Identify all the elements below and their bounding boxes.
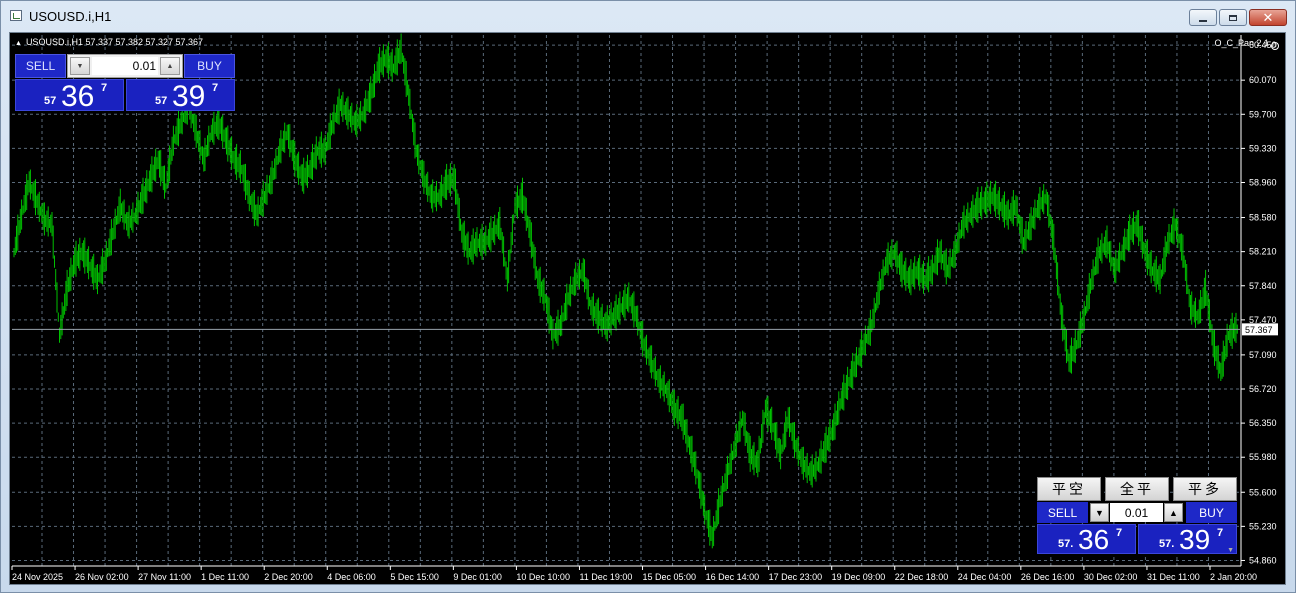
- ask-price-sup: 7: [212, 82, 219, 94]
- current-price-label: 57.367: [1245, 325, 1273, 335]
- buy-button[interactable]: BUY: [184, 54, 235, 78]
- lot-decrease-button[interactable]: ▼: [70, 57, 90, 75]
- x-tick-label: 11 Dec 19:00: [579, 572, 632, 582]
- y-tick-label: 55.980: [1249, 452, 1277, 462]
- oc-bid-sup: 7: [1116, 527, 1123, 539]
- panel-corner-arrow-icon: ▼: [1227, 547, 1234, 554]
- y-tick-label: 57.090: [1249, 350, 1277, 360]
- window-title: USOUSD.i,H1: [29, 9, 112, 24]
- restore-icon: [1229, 14, 1237, 21]
- oc-ask-prefix: 57.: [1159, 538, 1175, 550]
- lot-size-input[interactable]: [92, 57, 158, 75]
- x-tick-label: 22 Dec 18:00: [895, 572, 949, 582]
- x-tick-label: 1 Dec 11:00: [201, 572, 249, 582]
- indicator-label: O_C_Pan 2.1 ☺: [1214, 38, 1279, 50]
- x-tick-label: 10 Dec 10:00: [516, 572, 570, 582]
- arrow-up-icon: ▲: [166, 62, 174, 70]
- oc-trade-row: SELL ▼ ▲ BUY: [1037, 502, 1237, 523]
- y-tick-label: 58.580: [1249, 213, 1277, 223]
- lot-increase-button[interactable]: ▲: [160, 57, 180, 75]
- bid-price-box[interactable]: 57 36 7: [15, 79, 124, 113]
- oc-buy-button[interactable]: BUY: [1186, 502, 1237, 523]
- sell-button[interactable]: SELL: [15, 54, 66, 78]
- close-icon: ✕: [1262, 10, 1274, 25]
- bid-price-prefix: 57: [44, 95, 57, 107]
- x-tick-label: 4 Dec 06:00: [327, 572, 376, 582]
- close-long-button[interactable]: 平多: [1173, 477, 1237, 501]
- x-tick-label: 5 Dec 15:00: [390, 572, 439, 582]
- x-tick-label: 24 Nov 2025: [12, 572, 63, 582]
- oc-ask-sup: 7: [1217, 527, 1224, 539]
- oc-bid-price-box[interactable]: 57. 36 7: [1037, 524, 1136, 555]
- bid-price-sup: 7: [101, 82, 108, 94]
- x-tick-label: 30 Dec 02:00: [1084, 572, 1138, 582]
- y-tick-label: 60.070: [1249, 75, 1277, 85]
- oc-ask-price-box[interactable]: 57. 39 7 ▼: [1138, 524, 1237, 555]
- chart-header: ▲ USOUSD.i,H1 57.337 57.382 57.327 57.367: [15, 37, 203, 47]
- oc-sell-button[interactable]: SELL: [1037, 502, 1088, 523]
- x-tick-label: 31 Dec 11:00: [1147, 572, 1200, 582]
- minimize-button[interactable]: [1189, 9, 1217, 26]
- arrow-down-icon: ▼: [1095, 507, 1104, 518]
- y-tick-label: 58.210: [1249, 247, 1277, 257]
- y-tick-label: 54.860: [1249, 555, 1277, 565]
- close-all-button[interactable]: 全平: [1105, 477, 1169, 501]
- ask-price-main: 39: [172, 80, 206, 113]
- symbol-ohlc-text: USOUSD.i,H1 57.337 57.382 57.327 57.367: [25, 37, 204, 47]
- chart-area[interactable]: 60.450 60.070 59.700 59.330 58.960 58.580 58.2…: [9, 32, 1286, 585]
- ask-price-box[interactable]: 57 39 7: [126, 79, 235, 113]
- y-tick-label: 59.330: [1249, 143, 1277, 153]
- x-tick-label: 27 Nov 11:00: [138, 572, 191, 582]
- terminal-window: USOUSD.i,H1 ✕ 60.450 60.070 59.700 59.330 58…: [0, 0, 1296, 593]
- x-tick-label: 19 Dec 09:00: [832, 572, 886, 582]
- oc-lot-decrease-button[interactable]: ▼: [1090, 503, 1109, 522]
- x-tick-label: 24 Dec 04:00: [958, 572, 1012, 582]
- y-tick-label: 58.960: [1249, 178, 1277, 188]
- y-tick-label: 57.840: [1249, 281, 1277, 291]
- one-click-trading-panel: SELL ▼ ▲ BUY 57 36 7 57 39 7: [15, 54, 235, 112]
- lot-size-box: ▼ ▲: [67, 54, 183, 78]
- indicator-smiley-icon: ☺: [1271, 42, 1279, 50]
- oc-panel: 平空 全平 平多 SELL ▼ ▲ BUY 57. 36 7 57. 39 7 …: [1037, 477, 1237, 555]
- arrow-down-icon: ▼: [76, 62, 84, 70]
- x-tick-label: 2 Jan 20:00: [1210, 572, 1257, 582]
- chart-window-icon: [10, 10, 22, 21]
- ask-price-prefix: 57: [155, 95, 168, 107]
- oc-ask-main: 39: [1179, 524, 1211, 555]
- collapse-triangle-icon[interactable]: ▲: [15, 40, 22, 47]
- title-bar[interactable]: USOUSD.i,H1 ✕: [1, 1, 1295, 31]
- y-tick-label: 55.600: [1249, 487, 1277, 497]
- close-button[interactable]: ✕: [1249, 9, 1287, 26]
- x-tick-label: 15 Dec 05:00: [643, 572, 697, 582]
- bid-price-main: 36: [61, 80, 95, 113]
- oc-bid-main: 36: [1078, 524, 1110, 555]
- y-tick-label: 56.350: [1249, 418, 1277, 428]
- y-tick-label: 56.720: [1249, 384, 1277, 394]
- indicator-name: O_C_Pan 2.1: [1214, 38, 1269, 48]
- x-tick-label: 9 Dec 01:00: [453, 572, 502, 582]
- oc-lot-size-input[interactable]: [1110, 503, 1163, 522]
- x-tick-label: 17 Dec 23:00: [769, 572, 823, 582]
- restore-button[interactable]: [1219, 9, 1247, 26]
- x-tick-label: 16 Dec 14:00: [706, 572, 760, 582]
- x-tick-label: 26 Nov 02:00: [75, 572, 129, 582]
- x-tick-label: 2 Dec 20:00: [264, 572, 313, 582]
- oc-lot-increase-button[interactable]: ▲: [1164, 503, 1183, 522]
- x-tick-label: 26 Dec 16:00: [1021, 572, 1075, 582]
- arrow-up-icon: ▲: [1169, 507, 1178, 518]
- oc-bid-prefix: 57.: [1058, 538, 1074, 550]
- y-tick-label: 55.230: [1249, 521, 1277, 531]
- y-tick-label: 59.700: [1249, 109, 1277, 119]
- close-short-button[interactable]: 平空: [1037, 477, 1101, 501]
- minimize-icon: [1199, 19, 1207, 22]
